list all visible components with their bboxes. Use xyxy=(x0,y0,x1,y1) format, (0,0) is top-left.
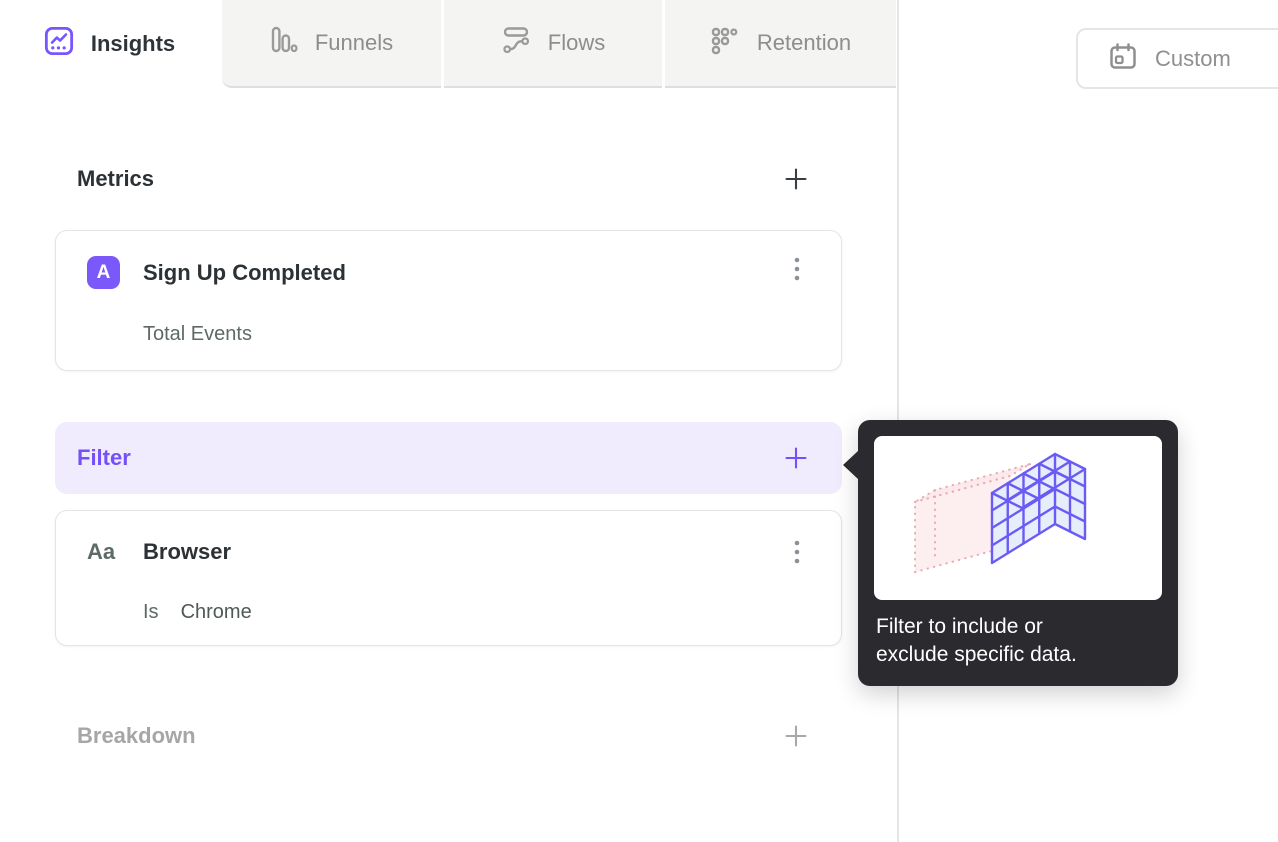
filter-condition: Is Chrome xyxy=(143,601,252,624)
flows-icon xyxy=(501,25,531,61)
date-range-button[interactable]: Custom xyxy=(1076,28,1278,89)
tab-label: Flows xyxy=(547,30,606,55)
filter-operator[interactable]: Is xyxy=(143,601,159,624)
filter-card-main: Aa Browser xyxy=(56,511,841,565)
query-builder-panel: Insights Funnels Flows Retention Metrics… xyxy=(0,0,899,842)
breakdown-section-header: Breakdown xyxy=(55,721,842,751)
retention-icon xyxy=(710,25,740,61)
string-property-icon: Aa xyxy=(87,539,116,564)
calendar-icon xyxy=(1108,41,1138,76)
filter-property-name: Browser xyxy=(143,539,232,564)
tooltip-arrow xyxy=(843,451,858,479)
tab-insights[interactable]: Insights xyxy=(0,0,219,88)
filter-card[interactable]: Aa Browser Is Chrome xyxy=(55,510,842,646)
add-metric-button[interactable] xyxy=(784,167,808,191)
metrics-title: Metrics xyxy=(77,166,155,191)
metric-event-name: Sign Up Completed xyxy=(143,259,346,285)
metric-card[interactable]: A Sign Up Completed Total Events xyxy=(55,230,842,371)
tooltip-caption: Filter to include or exclude specific da… xyxy=(876,615,1077,666)
filter-section-header[interactable]: Filter xyxy=(55,422,842,494)
insights-icon xyxy=(44,26,74,62)
date-range-label: Custom xyxy=(1155,45,1231,71)
filter-value[interactable]: Chrome xyxy=(181,601,252,624)
funnels-icon xyxy=(270,25,298,61)
insights-report-builder: Insights Funnels Flows Retention Metrics… xyxy=(0,0,1278,842)
breakdown-title: Breakdown xyxy=(77,723,196,748)
metric-letter-badge: A xyxy=(87,256,120,289)
report-tabbar: Insights Funnels Flows Retention xyxy=(0,0,897,88)
metric-aggregation[interactable]: Total Events xyxy=(143,323,252,346)
builder-content: Metrics A Sign Up Completed Total Events xyxy=(55,88,842,751)
tab-label: Insights xyxy=(90,31,176,56)
tab-retention[interactable]: Retention xyxy=(665,0,896,88)
tab-label: Retention xyxy=(756,30,852,55)
inactive-tabs: Funnels Flows Retention xyxy=(219,0,896,88)
metric-card-main: A Sign Up Completed xyxy=(56,231,841,289)
filter-tooltip: Filter to include or exclude specific da… xyxy=(843,420,1178,686)
tab-funnels[interactable]: Funnels xyxy=(222,0,441,88)
metrics-section-header: Metrics xyxy=(55,164,842,194)
filter-cube-illustration xyxy=(874,436,1162,600)
kebab-menu-icon[interactable] xyxy=(785,539,809,573)
filter-title: Filter xyxy=(77,445,131,470)
tab-flows[interactable]: Flows xyxy=(444,0,662,88)
tab-label: Funnels xyxy=(314,30,394,55)
add-breakdown-button[interactable] xyxy=(784,724,808,748)
add-filter-button[interactable] xyxy=(784,446,808,470)
kebab-menu-icon[interactable] xyxy=(785,256,809,290)
